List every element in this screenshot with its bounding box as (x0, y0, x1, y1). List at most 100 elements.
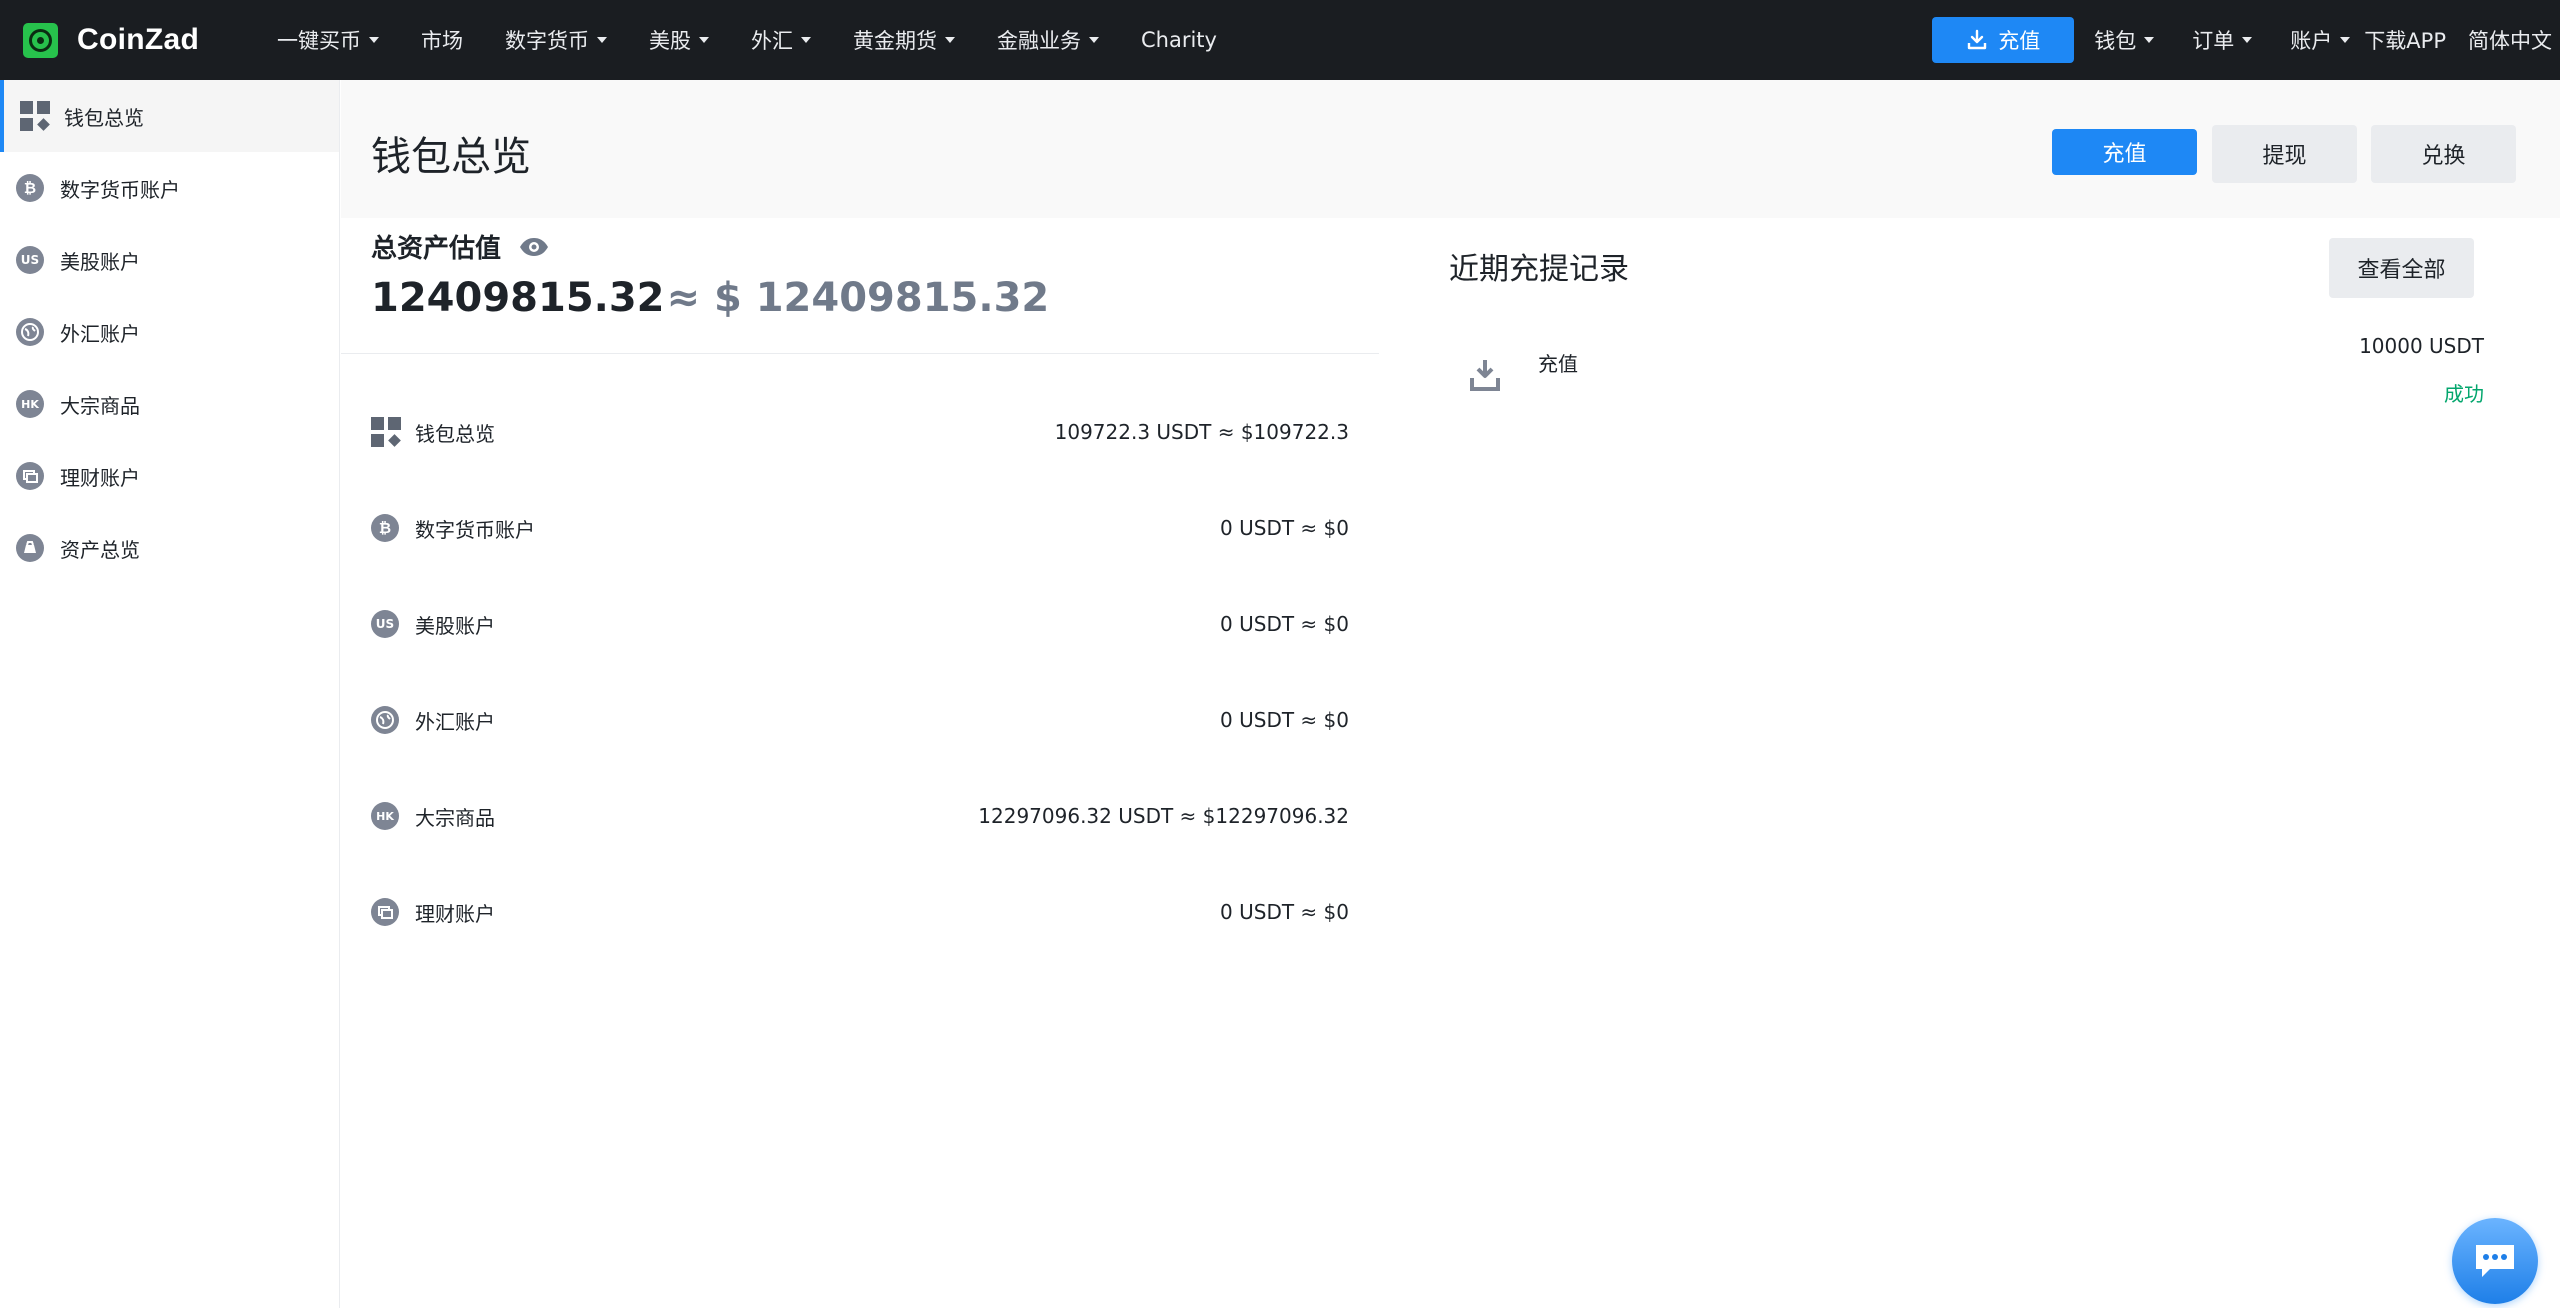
caret-down-icon (801, 37, 811, 43)
list-item[interactable]: US 美股账户 0 USDT ≈ $0 (341, 576, 1379, 672)
account-name: 美股账户 (415, 613, 495, 638)
view-all-button[interactable]: 查看全部 (2329, 238, 2474, 298)
caret-down-icon (2144, 37, 2155, 43)
grid-icon (20, 101, 50, 131)
nav-item-gold-futures[interactable]: 黄金期货 (853, 25, 955, 55)
nav-download-app[interactable]: 下载APP (2364, 25, 2446, 55)
nav-language[interactable]: 简体中文 (2468, 25, 2552, 55)
sidebar-item-label: 资产总览 (60, 537, 140, 562)
sidebar-item-assets-overview[interactable]: 资产总览 (0, 512, 339, 584)
nav-item-us-stocks[interactable]: 美股 (649, 25, 709, 55)
finance-icon (16, 462, 44, 490)
download-icon (1469, 358, 1501, 396)
exchange-button[interactable]: 兑换 (2371, 125, 2516, 183)
sidebar-item-label: 数字货币账户 (60, 177, 180, 202)
globe-icon (371, 706, 399, 734)
sidebar-item-us-stock-account[interactable]: US 美股账户 (0, 224, 339, 296)
sidebar-item-label: 理财账户 (60, 465, 140, 490)
nav-orders[interactable]: 订单 (2192, 25, 2253, 55)
nav-item-label: 金融业务 (997, 29, 1081, 53)
nav-wallet-label: 钱包 (2094, 29, 2137, 53)
nav-item-quick-buy[interactable]: 一键买币 (277, 25, 379, 55)
page-title: 钱包总览 (371, 134, 531, 180)
sidebar-item-label: 钱包总览 (64, 105, 144, 130)
nav-item-label: 黄金期货 (853, 29, 937, 53)
nav-item-market[interactable]: 市场 (421, 25, 463, 55)
nav-item-label: 外汇 (751, 29, 793, 53)
account-list: 钱包总览 109722.3 USDT ≈ $109722.3 ₿ 数字货币账户 … (341, 384, 1379, 960)
us-icon: US (16, 246, 44, 274)
nav-account[interactable]: 账户 (2290, 25, 2351, 55)
sidebar-item-commodities[interactable]: HK 大宗商品 (0, 368, 339, 440)
caret-down-icon (1089, 37, 1099, 43)
list-item[interactable]: ₿ 数字货币账户 0 USDT ≈ $0 (341, 480, 1379, 576)
sidebar-item-finance-account[interactable]: 理财账户 (0, 440, 339, 512)
globe-icon (16, 318, 44, 346)
grid-icon (371, 417, 401, 447)
nav-item-label: 市场 (421, 29, 463, 53)
caret-down-icon (597, 37, 607, 43)
nav-item-charity[interactable]: Charity (1141, 28, 1217, 52)
sidebar-item-label: 美股账户 (60, 249, 140, 274)
account-name: 大宗商品 (415, 805, 495, 830)
assets-icon (16, 534, 44, 562)
nav-item-crypto[interactable]: 数字货币 (505, 25, 607, 55)
sidebar-item-wallet-overview[interactable]: 钱包总览 (0, 80, 339, 152)
hk-icon: HK (371, 802, 399, 830)
top-deposit-button[interactable]: 充值 (1932, 17, 2075, 63)
account-name: 理财账户 (415, 901, 495, 926)
bitcoin-icon: ₿ (371, 514, 399, 542)
total-asset-usd-value: ≈ $ 12409815.32 (666, 275, 1050, 321)
page-header: 钱包总览 充值 提现 兑换 (341, 80, 2560, 218)
top-right-menu: 充值 钱包 订单 账户 下载APP 简体中文 (1932, 0, 2560, 80)
account-name: 外汇账户 (415, 709, 495, 734)
main-menu: 一键买币 市场 数字货币 美股 外汇 黄金期货 金融业务 Charity (277, 25, 1259, 55)
asset-summary-panel: 总资产估值 12409815.32 ≈ $ 12409815.32 钱包总览 1… (341, 218, 1379, 960)
nav-item-forex[interactable]: 外汇 (751, 25, 811, 55)
record-amount: 10000 USDT (2359, 334, 2484, 358)
account-value: 0 USDT ≈ $0 (1220, 612, 1349, 636)
brand-logo[interactable]: CoinZad (23, 22, 253, 58)
sidebar-item-crypto-account[interactable]: ₿ 数字货币账户 (0, 152, 339, 224)
download-icon (1968, 29, 1987, 50)
deposit-button[interactable]: 充值 (2052, 129, 2197, 175)
nav-item-label: 一键买币 (277, 29, 361, 53)
total-asset-value: 12409815.32 (371, 275, 665, 321)
sidebar-item-forex-account[interactable]: 外汇账户 (0, 296, 339, 368)
nav-account-label: 账户 (2290, 29, 2333, 53)
brand-name: CoinZad (77, 23, 200, 56)
brand-logo-icon (23, 22, 58, 58)
account-value: 0 USDT ≈ $0 (1220, 708, 1349, 732)
nav-item-label: 数字货币 (505, 29, 589, 53)
nav-item-label: 美股 (649, 29, 691, 53)
account-name: 数字货币账户 (415, 517, 535, 542)
account-value: 109722.3 USDT ≈ $109722.3 (1054, 420, 1349, 444)
sidebar-item-label: 外汇账户 (60, 321, 140, 346)
record-row[interactable]: 充值 10000 USDT 成功 (1449, 328, 2499, 418)
chat-support-button[interactable] (2452, 1218, 2538, 1304)
top-deposit-label: 充值 (1998, 29, 2041, 53)
nav-wallet[interactable]: 钱包 (2094, 25, 2155, 55)
main-content: 钱包总览 充值 提现 兑换 总资产估值 12409815.32 ≈ $ 1240… (341, 80, 2560, 1308)
us-icon: US (371, 610, 399, 638)
nav-orders-label: 订单 (2192, 29, 2235, 53)
eye-icon[interactable] (519, 237, 549, 257)
records-title: 近期充提记录 (1449, 252, 1629, 287)
caret-down-icon (2242, 37, 2253, 43)
sidebar: 钱包总览 ₿ 数字货币账户 US 美股账户 外汇账户 HK 大宗商品 理财账户 … (0, 80, 340, 1308)
list-item[interactable]: HK 大宗商品 12297096.32 USDT ≈ $12297096.32 (341, 768, 1379, 864)
total-asset-label: 总资产估值 (371, 234, 502, 264)
record-type: 充值 (1538, 352, 1578, 376)
list-item[interactable]: 理财账户 0 USDT ≈ $0 (341, 864, 1379, 960)
caret-down-icon (699, 37, 709, 43)
nav-language-label: 简体中文 (2468, 29, 2552, 53)
top-navigation-bar: CoinZad 一键买币 市场 数字货币 美股 外汇 黄金期货 金融业务 Cha… (0, 0, 2560, 80)
account-value: 0 USDT ≈ $0 (1220, 900, 1349, 924)
list-item[interactable]: 钱包总览 109722.3 USDT ≈ $109722.3 (341, 384, 1379, 480)
withdraw-button[interactable]: 提现 (2212, 125, 2357, 183)
caret-down-icon (945, 37, 955, 43)
nav-item-finance[interactable]: 金融业务 (997, 25, 1099, 55)
account-value: 12297096.32 USDT ≈ $12297096.32 (978, 804, 1349, 828)
account-name: 钱包总览 (415, 421, 495, 446)
list-item[interactable]: 外汇账户 0 USDT ≈ $0 (341, 672, 1379, 768)
